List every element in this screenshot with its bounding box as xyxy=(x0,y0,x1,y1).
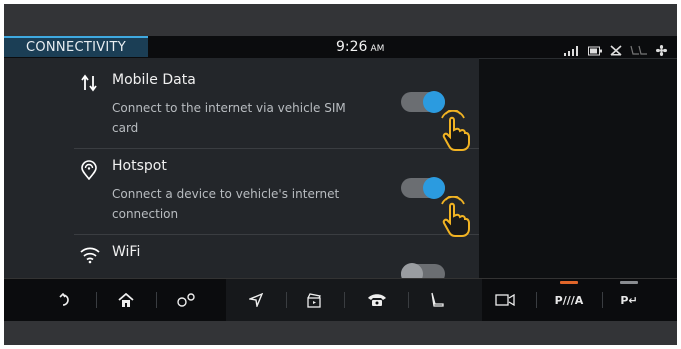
setting-title: Mobile Data xyxy=(112,72,196,88)
fan-icon xyxy=(656,41,667,60)
row-divider xyxy=(74,234,479,235)
dock-separator xyxy=(96,292,97,308)
seat-icon xyxy=(431,292,444,307)
screen: CONNECTIVITY 9:26 AM Mobile Data Connect… xyxy=(4,36,677,321)
setting-title: Hotspot xyxy=(112,158,167,174)
wifi-toggle[interactable] xyxy=(401,263,445,278)
setting-row-wifi[interactable]: WiFi xyxy=(74,240,479,278)
phone-muted-icon xyxy=(610,41,622,60)
dock-separator xyxy=(536,292,537,308)
media-clapper-icon xyxy=(307,292,321,308)
dock-separator xyxy=(408,292,409,308)
setting-row-hotspot[interactable]: Hotspot Connect a device to vehicle's in… xyxy=(74,154,479,234)
settings-gears-icon xyxy=(177,293,195,307)
parking-assist-indicator xyxy=(560,281,578,284)
toggle-knob xyxy=(401,263,423,278)
section-title: CONNECTIVITY xyxy=(4,36,148,57)
setting-description: Connect to the internet via vehicle SIM … xyxy=(112,101,346,135)
camera-button[interactable] xyxy=(492,279,518,321)
battery-icon xyxy=(588,41,602,60)
dock-separator xyxy=(286,292,287,308)
setting-description: Connect a device to vehicle's internet c… xyxy=(112,187,340,221)
camera-icon xyxy=(495,294,515,306)
tap-hand-icon xyxy=(438,108,472,151)
park-exit-button[interactable]: P↵ xyxy=(616,279,642,321)
status-icons xyxy=(564,41,667,60)
infotainment-bezel: CONNECTIVITY 9:26 AM Mobile Data Connect… xyxy=(4,4,677,345)
back-button[interactable] xyxy=(54,279,78,321)
park-exit-indicator xyxy=(620,281,638,284)
hotspot-toggle[interactable] xyxy=(401,177,445,199)
home-button[interactable] xyxy=(114,279,138,321)
setting-row-mobile-data[interactable]: Mobile Data Connect to the internet via … xyxy=(74,68,479,148)
back-icon xyxy=(59,293,69,306)
seat-button[interactable] xyxy=(426,279,448,321)
phone-icon xyxy=(368,294,386,306)
dock-separator xyxy=(344,292,345,308)
clock-time: 9:26 xyxy=(336,39,368,55)
seat-icon xyxy=(630,41,648,60)
wifi-icon xyxy=(80,246,100,264)
row-divider xyxy=(74,148,479,149)
dock-separator xyxy=(602,292,603,308)
bottom-dock: P///A P↵ xyxy=(4,278,677,321)
clock: 9:26 AM xyxy=(336,36,384,58)
status-bar: CONNECTIVITY 9:26 AM xyxy=(4,36,677,59)
signal-bars-icon xyxy=(564,41,580,60)
parking-assist-button[interactable]: P///A xyxy=(554,279,584,321)
navigation-button[interactable] xyxy=(244,279,268,321)
parking-assist-icon: P///A xyxy=(554,293,584,307)
settings-button[interactable] xyxy=(174,279,200,321)
mobile-data-arrows-icon xyxy=(80,74,98,92)
setting-title: WiFi xyxy=(112,244,141,260)
dock-separator xyxy=(156,292,157,308)
park-exit-icon: P↵ xyxy=(620,293,638,307)
navigation-arrow-icon xyxy=(249,293,263,307)
phone-button[interactable] xyxy=(364,279,390,321)
hotspot-icon xyxy=(80,160,98,181)
mobile-data-toggle[interactable] xyxy=(401,91,445,113)
tap-hand-icon xyxy=(438,194,472,237)
media-button[interactable] xyxy=(302,279,326,321)
home-icon xyxy=(118,293,134,307)
clock-ampm: AM xyxy=(370,44,385,54)
